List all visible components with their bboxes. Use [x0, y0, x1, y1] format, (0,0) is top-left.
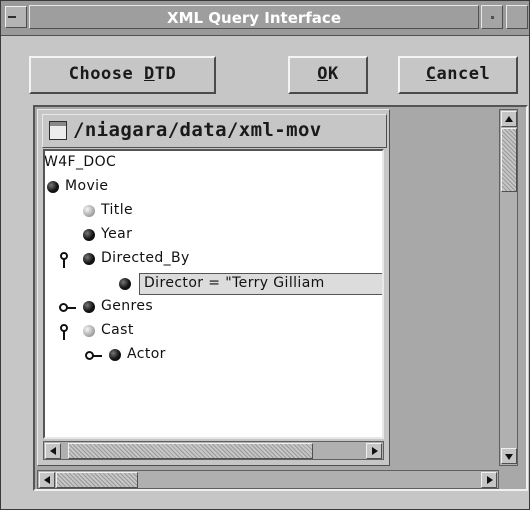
scroll-right-button[interactable] [366, 443, 382, 459]
ok-button[interactable]: OK [288, 56, 368, 94]
maximize-button[interactable] [506, 5, 528, 29]
choose-dtd-button[interactable]: Choose DTD [29, 56, 216, 94]
tree-node-label: Actor [127, 346, 166, 362]
minimize-icon [491, 16, 494, 19]
dtd-tree-panel: /niagara/data/xml-mov W4F_DOC Movie Titl… [37, 109, 390, 466]
tree-node-label: Movie [65, 178, 109, 194]
attribute-node-icon [83, 205, 95, 217]
arrow-right-icon [487, 476, 493, 484]
scroll-thumb[interactable] [56, 472, 138, 488]
element-node-icon [109, 349, 121, 361]
dtd-tree: W4F_DOC Movie Title Year Directed_By Dir… [43, 149, 384, 439]
outer-horizontal-scrollbar[interactable] [37, 470, 499, 489]
arrow-left-icon [50, 447, 56, 455]
scroll-left-button[interactable] [45, 443, 61, 459]
path-label: /niagara/data/xml-mov [73, 119, 322, 141]
scroll-left-button[interactable] [39, 472, 55, 488]
cancel-mnemonic: C [425, 64, 437, 84]
arrow-down-icon [505, 454, 513, 460]
tree-node-label: Directed_By [101, 250, 190, 266]
tree-node-director[interactable]: Director = "Terry Gilliam [119, 273, 382, 295]
scroll-thumb[interactable] [501, 128, 517, 192]
arrow-right-icon [372, 447, 378, 455]
choose-dtd-mnemonic: D [143, 64, 155, 84]
element-node-icon [83, 253, 95, 265]
tree-node-label: Genres [101, 298, 154, 314]
path-bar: /niagara/data/xml-mov [42, 114, 387, 148]
title-bar: XML Query Interface [1, 1, 529, 36]
tree-node-label: Year [101, 226, 133, 242]
tree-node-label: Director = "Terry Gilliam [144, 275, 325, 291]
scroll-right-button[interactable] [481, 472, 497, 488]
scroll-thumb[interactable] [68, 443, 313, 459]
cancel-label-suffix: ancel [436, 64, 491, 84]
arrow-up-icon [505, 116, 513, 122]
element-node-icon [83, 301, 95, 313]
choose-dtd-label-suffix: TD [154, 64, 177, 84]
outer-scroll-pane: /niagara/data/xml-mov W4F_DOC Movie Titl… [33, 105, 528, 491]
ok-mnemonic: O [317, 64, 328, 84]
expanded-key-icon[interactable] [60, 324, 70, 340]
ok-label-suffix: K [328, 64, 339, 84]
outer-vertical-scrollbar[interactable] [499, 109, 518, 466]
tree-horizontal-scrollbar[interactable] [43, 441, 384, 460]
element-node-icon [119, 278, 131, 290]
scroll-up-button[interactable] [501, 111, 517, 127]
tree-node-directed-by[interactable]: Directed_By [45, 249, 345, 271]
tree-node-label: Title [101, 202, 134, 218]
window-title: XML Query Interface [167, 9, 341, 27]
tree-node-label: Cast [101, 322, 134, 338]
cancel-button[interactable]: Cancel [398, 56, 518, 94]
minimize-button[interactable] [481, 5, 503, 29]
dash-icon [8, 16, 16, 18]
folder-tab [50, 122, 66, 126]
title-bar-edge [17, 6, 27, 28]
attribute-node-icon [83, 325, 95, 337]
scroll-down-button[interactable] [501, 448, 517, 464]
tree-node-label: W4F_DOC [44, 154, 117, 170]
arrow-left-icon [44, 476, 50, 484]
collapsed-key-icon[interactable] [85, 351, 103, 361]
collapsed-key-icon[interactable] [59, 303, 77, 313]
title-area[interactable]: XML Query Interface [29, 5, 479, 29]
element-node-icon [47, 181, 59, 193]
element-node-icon [83, 229, 95, 241]
folder-icon [49, 121, 67, 140]
choose-dtd-label-prefix: Choose [68, 64, 144, 84]
expanded-key-icon[interactable] [60, 252, 70, 268]
xml-query-window: XML Query Interface Choose DTD OK Cancel… [0, 0, 530, 510]
